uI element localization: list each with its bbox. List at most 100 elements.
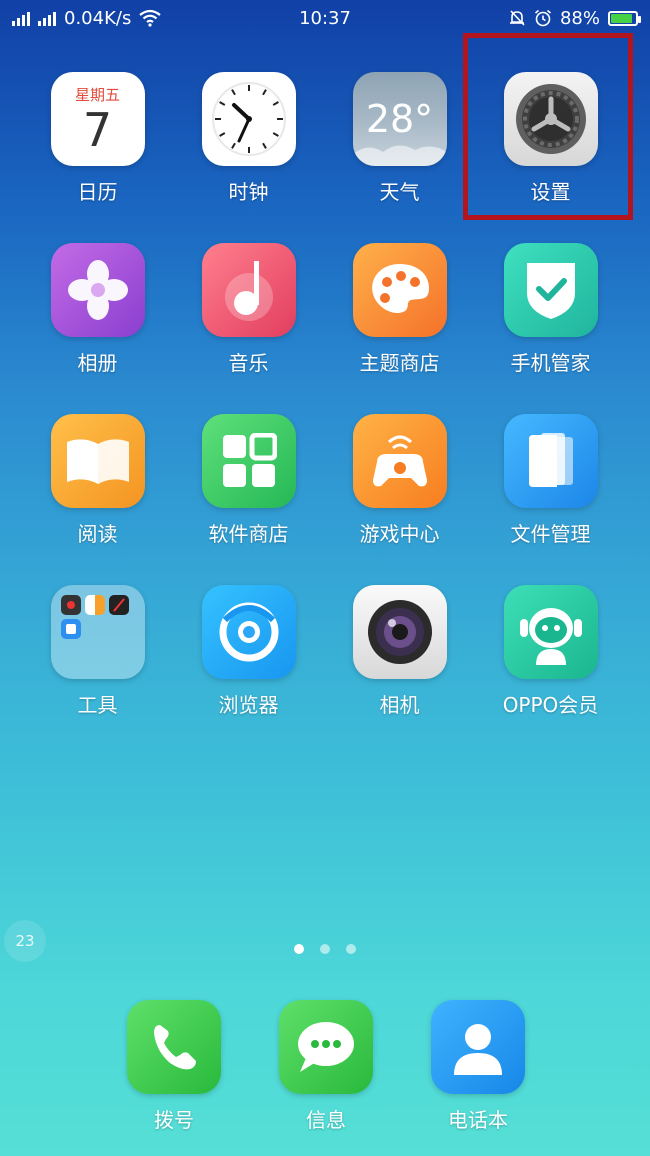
- app-label: 天气: [379, 180, 420, 204]
- app-tools-folder[interactable]: 工具: [22, 585, 173, 718]
- app-label: 日历: [77, 180, 118, 204]
- app-label: 主题商店: [359, 351, 440, 375]
- app-label: 软件商店: [208, 522, 289, 546]
- open-book-shape: [66, 439, 129, 484]
- app-label: 手机管家: [510, 351, 591, 375]
- app-weather[interactable]: 28° 天气: [324, 72, 475, 205]
- dock-app-contacts[interactable]: 电话本: [402, 1000, 554, 1133]
- contacts-icon: [431, 1000, 525, 1094]
- app-label: 时钟: [228, 180, 269, 204]
- signal-4g-icon: [38, 10, 56, 26]
- dock-app-dialer[interactable]: 拨号: [98, 1000, 250, 1133]
- weather-temperature: 28°: [365, 97, 434, 141]
- folder-mini-icons: [60, 595, 129, 639]
- app-label: 相册: [77, 351, 118, 375]
- app-label: 游戏中心: [359, 522, 440, 546]
- calendar-weekday: 星期五: [74, 86, 120, 104]
- calendar-icon: 星期五 7: [50, 72, 145, 166]
- app-label: 电话本: [448, 1108, 508, 1132]
- signal-2g-icon: [12, 10, 30, 26]
- status-bar: 0.04K/s 10:37 88%: [0, 0, 650, 36]
- dock: 拨号 信息 电话本: [98, 1000, 554, 1133]
- app-label: 工具: [77, 693, 118, 717]
- app-label: 音乐: [228, 351, 269, 375]
- app-music[interactable]: 音乐: [173, 243, 324, 376]
- app-label: OPPO会员: [502, 693, 599, 717]
- page-dot-2[interactable]: [320, 944, 330, 954]
- app-game-center[interactable]: 游戏中心: [324, 414, 475, 547]
- network-speed: 0.04K/s: [64, 7, 132, 29]
- book-icon: [50, 414, 145, 508]
- floating-temperature-widget[interactable]: 23: [4, 920, 46, 962]
- controller-shape: [372, 435, 427, 487]
- weather-icon: 28°: [352, 72, 447, 166]
- shield-check-shape: [526, 263, 575, 319]
- status-left: 0.04K/s: [12, 7, 162, 29]
- phone-icon: [127, 1000, 221, 1094]
- app-label: 拨号: [154, 1108, 194, 1132]
- documents-shape: [528, 433, 573, 487]
- battery-fill: [611, 13, 633, 23]
- page-dot-1[interactable]: [294, 944, 304, 954]
- grid-blocks-shape: [222, 433, 277, 487]
- status-right: 88%: [508, 7, 641, 29]
- battery-icon: [608, 10, 641, 26]
- app-store-icon: [201, 414, 296, 508]
- app-clock[interactable]: 时钟: [173, 72, 324, 205]
- orbit-shape: [219, 602, 278, 662]
- music-icon: [201, 243, 296, 337]
- calendar-day: 7: [82, 103, 113, 157]
- browser-icon: [201, 585, 296, 679]
- recorder-mini-icon: [60, 595, 81, 615]
- app-label: 相机: [379, 693, 420, 717]
- settings-gear-icon: [503, 72, 598, 166]
- mascot-shape: [519, 608, 582, 665]
- app-label: 设置: [530, 180, 571, 204]
- flower-shape: [67, 260, 128, 320]
- page-indicator: [0, 944, 650, 954]
- clock-time: 10:37: [299, 7, 351, 29]
- app-reader[interactable]: 阅读: [22, 414, 173, 547]
- music-note-shape: [224, 261, 273, 321]
- app-label: 文件管理: [510, 522, 591, 546]
- game-controller-icon: [352, 414, 447, 508]
- wifi-icon: [139, 9, 162, 27]
- member-avatar-icon: [503, 585, 598, 679]
- app-label: 信息: [306, 1108, 346, 1132]
- app-software-store[interactable]: 软件商店: [173, 414, 324, 547]
- alarm-icon: [534, 9, 551, 27]
- dock-app-messages[interactable]: 信息: [250, 1000, 402, 1133]
- clock-icon: [201, 72, 296, 166]
- app-settings[interactable]: 设置: [475, 72, 626, 205]
- app-calendar[interactable]: 星期五 7 日历: [22, 72, 173, 205]
- camera-lens-shape: [367, 600, 432, 664]
- file-manager-icon: [503, 414, 598, 508]
- app-browser[interactable]: 浏览器: [173, 585, 324, 718]
- flower-icon: [50, 243, 145, 337]
- gear-icon: [515, 84, 586, 154]
- app-file-manager[interactable]: 文件管理: [475, 414, 626, 547]
- palette-icon: [352, 243, 447, 337]
- battery-percent: 88%: [559, 7, 600, 29]
- page-dot-3[interactable]: [346, 944, 356, 954]
- app-label: 阅读: [77, 522, 118, 546]
- clock-face-icon: [211, 82, 286, 156]
- mute-bell-icon: [509, 10, 525, 26]
- handset-shape: [154, 1025, 196, 1070]
- app-label: 浏览器: [218, 693, 279, 717]
- app-phone-manager[interactable]: 手机管家: [475, 243, 626, 376]
- app-camera[interactable]: 相机: [324, 585, 475, 718]
- chat-bubble-shape: [298, 1022, 354, 1072]
- calculator-mini-icon: [84, 595, 105, 615]
- person-shape: [454, 1024, 502, 1075]
- app-oppo-member[interactable]: OPPO会员: [475, 585, 626, 718]
- camera-icon: [352, 585, 447, 679]
- folder-icon: [50, 585, 145, 679]
- app-gallery[interactable]: 相册: [22, 243, 173, 376]
- message-bubble-icon: [279, 1000, 373, 1094]
- app-grid: 星期五 7 日历 时钟 28° 天气 设置 相册 音乐 主题商店 手机管家 阅读…: [22, 72, 628, 718]
- palette-shape: [371, 264, 429, 314]
- cloud-shape: [352, 145, 447, 166]
- app-theme-store[interactable]: 主题商店: [324, 243, 475, 376]
- compass-mini-icon: [108, 595, 129, 615]
